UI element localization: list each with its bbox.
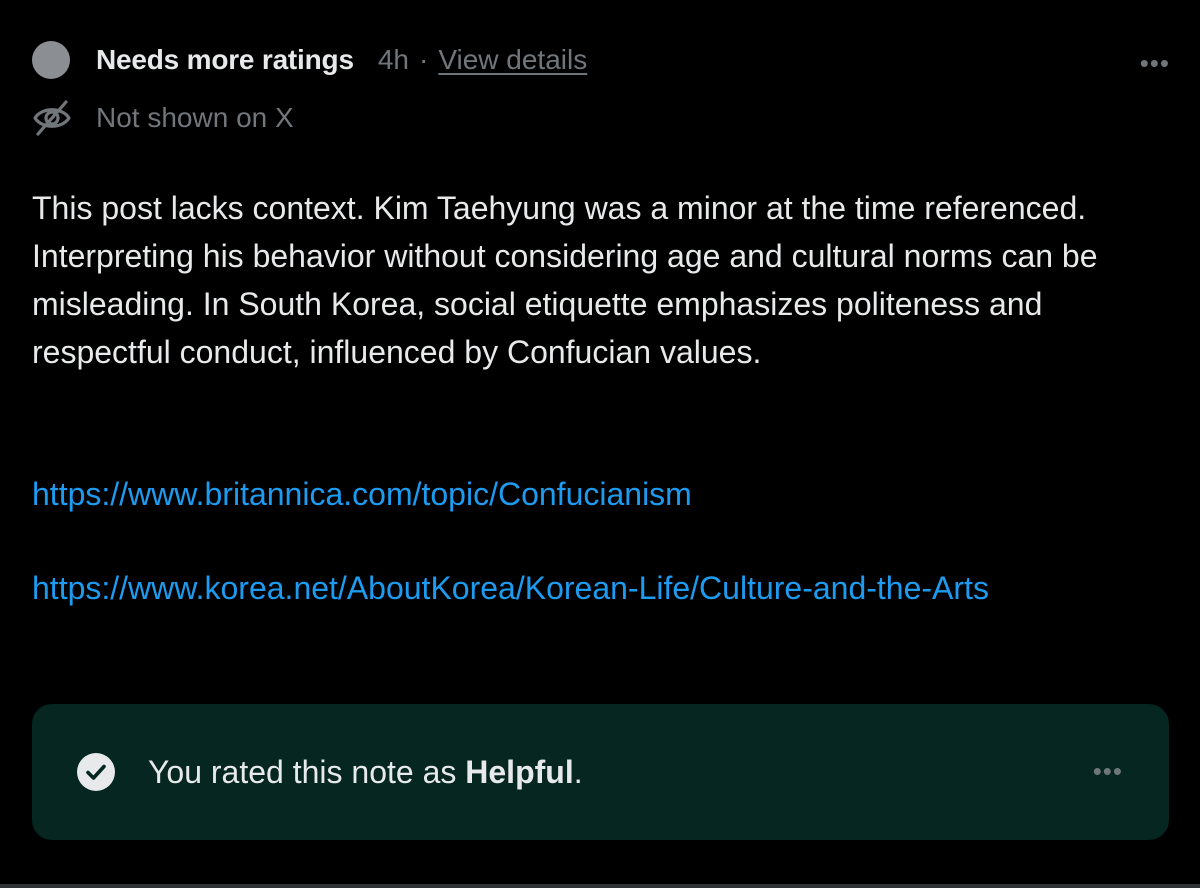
eye-off-icon bbox=[33, 100, 71, 136]
view-details-link[interactable]: View details bbox=[438, 44, 587, 76]
note-header: Needs more ratings 4h · View details bbox=[32, 40, 587, 80]
more-options-button[interactable]: ••• bbox=[1140, 48, 1170, 79]
rating-more-options-button[interactable]: ••• bbox=[1093, 756, 1123, 787]
bottom-divider bbox=[0, 884, 1200, 888]
source-link-britannica[interactable]: https://www.britannica.com/topic/Confuci… bbox=[32, 470, 1132, 518]
rating-message: You rated this note as Helpful. bbox=[148, 748, 583, 796]
note-status: Needs more ratings bbox=[96, 44, 354, 75]
note-timestamp: 4h bbox=[377, 44, 409, 75]
rating-prefix: You rated this note as bbox=[148, 754, 466, 790]
rating-suffix: . bbox=[573, 754, 583, 790]
rating-value: Helpful bbox=[465, 754, 574, 790]
visibility-label: Not shown on X bbox=[96, 102, 294, 133]
visibility-row: Not shown on X bbox=[32, 96, 294, 140]
note-text: This post lacks context. Kim Taehyung wa… bbox=[32, 190, 1098, 370]
source-link-korea-net[interactable]: https://www.korea.net/AboutKorea/Korean-… bbox=[32, 564, 1132, 612]
rating-panel: You rated this note as Helpful. ••• bbox=[32, 704, 1169, 840]
separator: · bbox=[418, 44, 429, 75]
check-circle-icon bbox=[77, 753, 115, 791]
status-dot-icon bbox=[32, 41, 70, 79]
